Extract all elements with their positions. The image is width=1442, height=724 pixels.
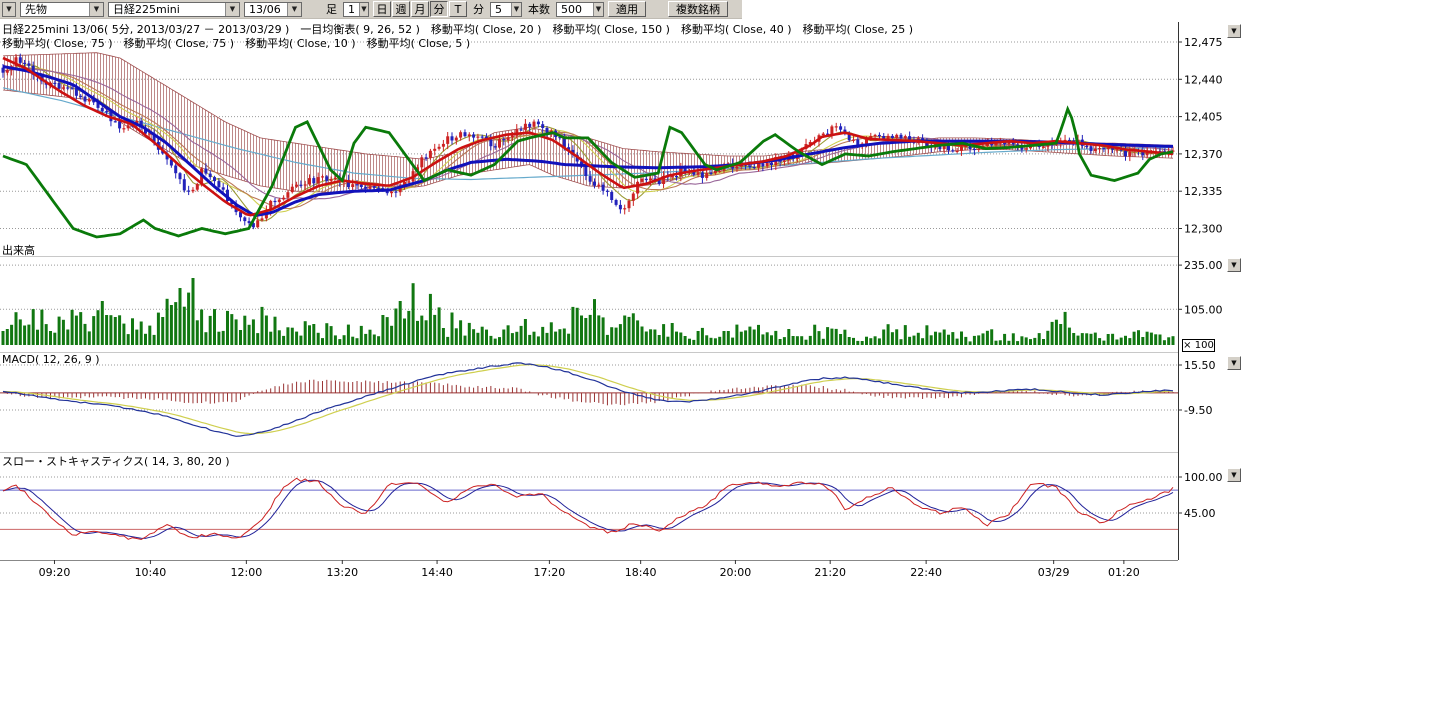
price-axis-label: 12,440 xyxy=(1184,73,1223,86)
x-axis-label: 20:00 xyxy=(720,566,752,579)
chevron-down-icon: ▼ xyxy=(89,3,103,16)
price-axis-label: 12,370 xyxy=(1184,148,1223,161)
pane-menu-button-stochastics[interactable]: ▼ xyxy=(1227,468,1241,482)
pane-menu-button-price[interactable]: ▼ xyxy=(1227,24,1241,38)
apply-button[interactable]: 適用 xyxy=(608,1,646,17)
indicator-legend-line-1: 日経225mini 13/06( 5分, 2013/03/27 － 2013/0… xyxy=(2,22,913,36)
chevron-down-icon: ▼ xyxy=(3,3,15,16)
contract-month-value: 13/06 xyxy=(245,3,287,16)
chevron-down-icon: ▼ xyxy=(593,3,603,16)
volume-pane-title: 出来高 xyxy=(2,243,35,257)
bar-unit-select[interactable]: 1 ▼ xyxy=(343,2,369,17)
x-axis-label: 10:40 xyxy=(135,566,167,579)
bar-count-select[interactable]: 500 ▼ xyxy=(556,2,604,17)
price-axis-label: 12,300 xyxy=(1184,222,1223,235)
stoch-percent-k-line xyxy=(3,478,1173,539)
chevron-down-icon: ▼ xyxy=(225,3,239,16)
minute-interval-select[interactable]: 5 ▼ xyxy=(490,2,522,17)
pane-menu-button-volume[interactable]: ▼ xyxy=(1227,258,1241,272)
bar-unit-value: 1 xyxy=(344,3,359,16)
x-axis-label: 18:40 xyxy=(625,566,657,579)
minute-label: 分 xyxy=(473,1,484,17)
stoch-axis-label: 45.00 xyxy=(1184,507,1216,520)
x-axis-label: 01:20 xyxy=(1108,566,1140,579)
stochastics-pane-title: スロー・ストキャスティクス( 14, 3, 80, 20 ) xyxy=(2,455,230,468)
volume-axis-label: 235.00 xyxy=(1184,259,1223,272)
asset-class-value: 先物 xyxy=(21,3,89,16)
volume-bars xyxy=(2,278,1175,345)
volume-multiplier-badge: × 100 xyxy=(1182,339,1215,352)
asset-class-select[interactable]: 先物 ▼ xyxy=(20,2,104,17)
x-axis-label: 09:20 xyxy=(39,566,71,579)
x-axis-label: 12:00 xyxy=(231,566,263,579)
symbol-value: 日経225mini xyxy=(109,3,225,16)
symbol-select[interactable]: 日経225mini ▼ xyxy=(108,2,240,17)
multi-symbol-button[interactable]: 複数銘柄 xyxy=(668,1,728,17)
x-axis-label: 13:20 xyxy=(326,566,358,579)
macd-pane-title: MACD( 12, 26, 9 ) xyxy=(2,353,100,366)
bar-count-label: 本数 xyxy=(528,1,550,17)
bar-type-label: 足 xyxy=(326,1,337,17)
period-button-分[interactable]: 分 xyxy=(430,1,448,17)
ichimoku-cloud xyxy=(3,53,1173,193)
period-button-日[interactable]: 日 xyxy=(373,1,391,17)
x-axis-label: 03/29 xyxy=(1038,566,1070,579)
x-axis-label: 14:40 xyxy=(421,566,453,579)
period-button-T[interactable]: T xyxy=(449,1,467,17)
chevron-down-icon: ▼ xyxy=(511,3,521,16)
macd-axis-label: -9.50 xyxy=(1184,404,1212,417)
period-button-月[interactable]: 月 xyxy=(411,1,429,17)
period-button-group: 日週月分T xyxy=(373,1,467,17)
x-axis-label: 21:20 xyxy=(814,566,846,579)
bar-count-value: 500 xyxy=(557,3,593,16)
macd-axis-label: 15.50 xyxy=(1184,359,1216,372)
toolbar: ▼ 先物 ▼ 日経225mini ▼ 13/06 ▼ 足 1 ▼ 日週月分T 分… xyxy=(0,0,742,19)
period-button-週[interactable]: 週 xyxy=(392,1,410,17)
volume-axis-label: 105.00 xyxy=(1184,303,1223,316)
price-axis-label: 12,475 xyxy=(1184,36,1223,49)
stoch-axis-label: 100.00 xyxy=(1184,471,1223,484)
contract-month-select[interactable]: 13/06 ▼ xyxy=(244,2,302,17)
chevron-down-icon: ▼ xyxy=(287,3,301,16)
price-axis-label: 12,405 xyxy=(1184,111,1223,124)
x-axis-label: 22:40 xyxy=(910,566,942,579)
minute-interval-value: 5 xyxy=(491,3,511,16)
indicator-legend-line-2: 移動平均( Close, 75 ) 移動平均( Close, 75 ) 移動平均… xyxy=(2,36,470,50)
trading-app-window: 12,475 12,440 12,405 12,370 12,335 12,300 235.… xyxy=(0,0,1442,724)
left-edge-dropdown-stub[interactable]: ▼ xyxy=(2,2,16,17)
pane-menu-button-macd[interactable]: ▼ xyxy=(1227,356,1241,370)
x-axis-label: 17:20 xyxy=(534,566,566,579)
chart-canvas[interactable]: 12,475 12,440 12,405 12,370 12,335 12,300 235.… xyxy=(0,0,1242,595)
macd-signal-line xyxy=(3,365,1173,434)
chevron-down-icon: ▼ xyxy=(359,3,368,16)
price-axis-label: 12,335 xyxy=(1184,185,1223,198)
